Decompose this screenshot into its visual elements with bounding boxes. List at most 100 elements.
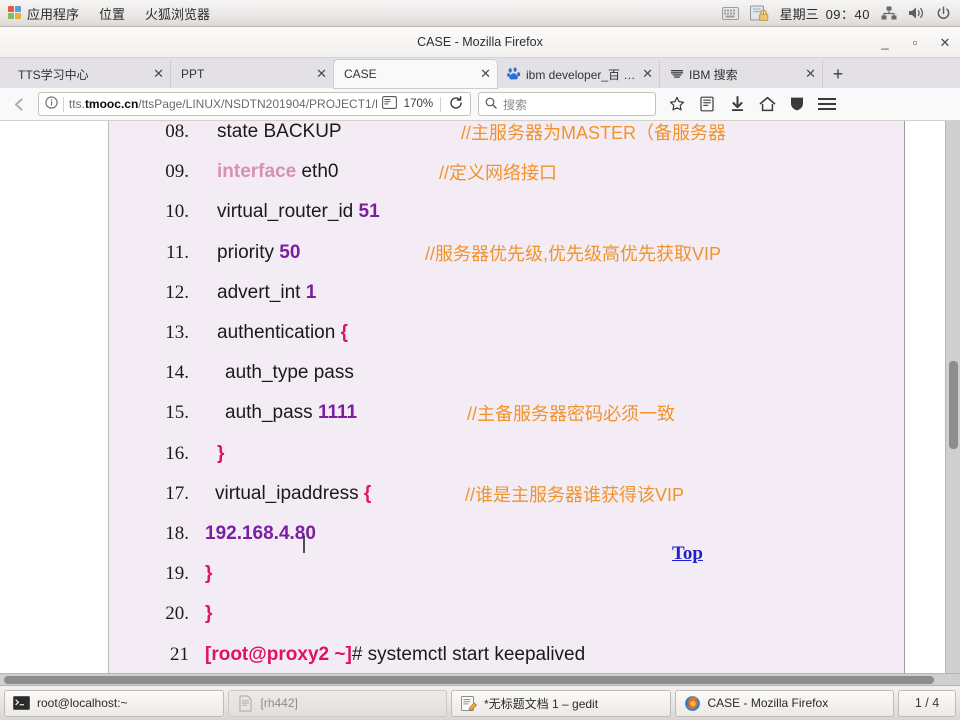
gedit-icon [460, 695, 477, 712]
keyboard-icon[interactable] [721, 6, 739, 20]
minimize-button[interactable]: _ [878, 36, 892, 49]
shield-icon[interactable] [785, 92, 809, 116]
code-line: 11. priority 50 //服务器优先级,优先级高优先获取VIP [109, 233, 904, 273]
network-icon[interactable] [881, 6, 897, 20]
code-token-plain: state BACKUP [217, 121, 342, 143]
panel-menu-applications[interactable]: 应用程序 [8, 4, 79, 23]
code-line: 18. 192.168.4.80 [109, 514, 904, 554]
close-icon[interactable]: ✕ [642, 66, 653, 82]
taskbar-item-firefox[interactable]: CASE - Mozilla Firefox [674, 689, 894, 717]
power-icon[interactable] [936, 5, 951, 21]
line-number: 17. [165, 482, 189, 504]
url-bar[interactable]: tts.tmooc.cn/ttsPage/LINUX/NSDTN201904/P… [38, 92, 471, 116]
navigation-toolbar: tts.tmooc.cn/ttsPage/LINUX/NSDTN201904/P… [0, 88, 960, 121]
tab-ibm-search[interactable]: IBM 搜索 ✕ [660, 60, 823, 88]
code-line: 09. interface eth0 //定义网络接口 [109, 152, 904, 192]
info-circle-icon[interactable] [45, 96, 58, 112]
code-token-brace: } [205, 563, 213, 585]
volume-icon[interactable] [908, 6, 925, 20]
line-number: 14. [165, 362, 189, 384]
code-comment: //谁是主服务器谁获得该VIP [465, 484, 685, 505]
baidu-icon [507, 67, 521, 81]
line-number: 10. [165, 201, 189, 223]
code-token-plain: priority [217, 241, 280, 263]
code-token-plain: virtual_router_id [217, 201, 359, 223]
tab-label: ibm developer_百 … [526, 67, 636, 82]
search-input[interactable]: 搜索 [503, 96, 527, 113]
code-text: } [205, 603, 212, 625]
taskbar-item-label: [rh442] [260, 696, 298, 710]
line-number: 21 [170, 643, 189, 665]
back-arrow-icon[interactable] [7, 92, 31, 116]
line-number: 08. [165, 121, 189, 143]
top-anchor-link[interactable]: Top [672, 543, 703, 565]
tab-tts[interactable]: TTS学习中心 ✕ [8, 60, 171, 88]
horizontal-scrollbar-thumb[interactable] [4, 676, 934, 684]
terminal-icon [13, 695, 30, 712]
panel-menu-places[interactable]: 位置 [99, 4, 125, 23]
zoom-level-indicator[interactable]: 170% [402, 98, 435, 110]
code-line: 17. virtual_ipaddress { //谁是主服务器谁获得该VIP [109, 474, 904, 514]
code-token-plain: # systemctl start keepalived [351, 643, 586, 665]
taskbar-item-gedit[interactable]: *无标题文档 1 – gedit [451, 689, 671, 717]
code-text: } [217, 443, 224, 465]
reader-view-icon[interactable] [381, 96, 397, 112]
code-token-plain: advert_int [217, 281, 306, 303]
close-icon[interactable]: ✕ [153, 66, 164, 82]
vertical-scrollbar[interactable] [945, 121, 960, 673]
taskbar-item-rh442[interactable]: [rh442] [227, 689, 447, 717]
close-icon[interactable]: ✕ [316, 66, 327, 82]
code-token-plain: authentication [217, 322, 341, 344]
line-number: 16. [165, 442, 189, 464]
maximize-button[interactable]: ▫ [908, 36, 922, 49]
tab-label: IBM 搜索 [689, 67, 738, 82]
panel-clock[interactable]: 星期三 09：40 [780, 4, 870, 23]
code-text: virtual_ipaddress { [215, 483, 371, 505]
close-icon[interactable]: ✕ [805, 66, 816, 82]
line-number: 13. [165, 322, 189, 344]
code-line: 21 [root@proxy2 ~]# systemctl start keepa… [109, 634, 904, 673]
tab-label: TTS学习中心 [18, 67, 89, 82]
code-line: 16.} [109, 434, 904, 474]
vertical-scrollbar-thumb[interactable] [949, 361, 958, 449]
code-line: 15. auth_pass 1111 //主备服务器密码必须一致 [109, 393, 904, 433]
close-icon[interactable]: ✕ [480, 66, 491, 82]
code-token-brace: { [340, 322, 348, 344]
url-prefix: tts. [68, 97, 85, 111]
hamburger-menu-icon[interactable] [815, 92, 839, 116]
tab-ibm-developer[interactable]: ibm developer_百 … ✕ [497, 60, 660, 88]
window-title: CASE - Mozilla Firefox [417, 35, 543, 49]
taskbar-item-terminal[interactable]: root@localhost:~ [4, 689, 224, 717]
line-number: 12. [165, 281, 189, 303]
code-text: virtual_router_id 51 [217, 201, 380, 223]
taskbar-item-label: *无标题文档 1 – gedit [484, 696, 599, 711]
new-tab-button[interactable]: + [823, 60, 853, 88]
browser-content-area: 08. state BACKUP //主服务器为MASTER（备服务器 09. inte… [0, 121, 960, 685]
panel-menu-applications-label: 应用程序 [27, 6, 80, 22]
applications-icon [8, 6, 22, 20]
code-line: 12. advert_int 1 [109, 273, 904, 313]
code-line: 19.} [109, 554, 904, 594]
code-token-sh: [root@proxy2 [205, 643, 335, 665]
panel-menu-firefox[interactable]: 火狐浏览器 [145, 4, 210, 23]
code-text: advert_int 1 [217, 282, 316, 304]
library-icon[interactable] [695, 92, 719, 116]
close-button[interactable]: ✕ [938, 36, 952, 49]
tab-strip: TTS学习中心 ✕ PPT ✕ CASE ✕ ibm developer_百 …… [0, 58, 960, 88]
line-number: 15. [165, 402, 189, 424]
gnome-top-panel: 应用程序 位置 火狐浏览器 星期三 09：40 [0, 0, 960, 27]
lock-icon[interactable] [749, 5, 769, 21]
download-icon[interactable] [725, 92, 749, 116]
star-icon[interactable] [665, 92, 689, 116]
url-path: /ttsPage/LINUX/NSDTN201904/PROJECT1/DAY0 [138, 97, 376, 111]
workspace-indicator[interactable]: 1 / 4 [898, 689, 956, 717]
tab-ppt[interactable]: PPT ✕ [171, 60, 334, 88]
text-cursor [303, 536, 305, 553]
search-bar[interactable]: 搜索 [478, 92, 656, 116]
tab-case[interactable]: CASE ✕ [334, 60, 497, 88]
horizontal-scrollbar[interactable] [0, 673, 960, 685]
home-icon[interactable] [755, 92, 779, 116]
reload-icon[interactable] [446, 95, 466, 113]
code-text: auth_pass 1111 [225, 402, 357, 424]
code-line: 13. authentication { [109, 313, 904, 353]
